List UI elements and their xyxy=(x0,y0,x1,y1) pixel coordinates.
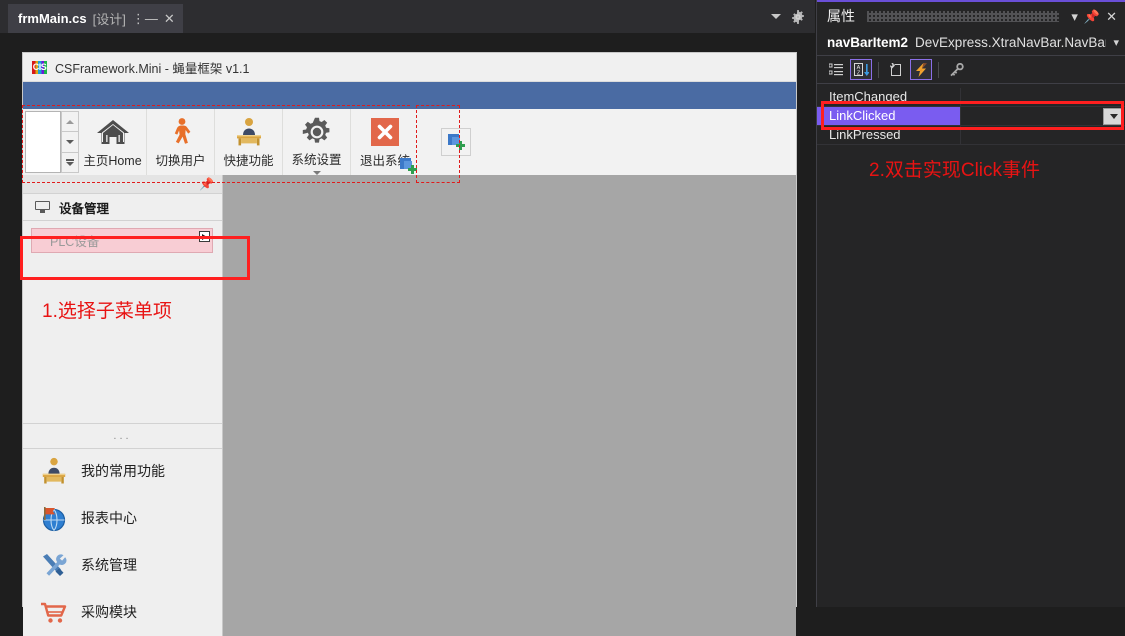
events-button[interactable] xyxy=(910,59,932,80)
event-value[interactable] xyxy=(961,107,1125,125)
event-row-linkpressed[interactable]: LinkPressed xyxy=(817,126,1125,145)
desk-person-icon xyxy=(39,457,69,485)
tab-label: frmMain.cs xyxy=(18,11,87,26)
nav-group-header-label: 设备管理 xyxy=(59,201,110,216)
nav-pin-bar: 📌 xyxy=(23,175,222,194)
scroll-end-button[interactable] xyxy=(61,152,79,173)
tab-label-suffix: [设计] xyxy=(92,12,126,27)
event-name: ItemChanged xyxy=(817,88,961,106)
event-value[interactable] xyxy=(961,88,1125,106)
nav-group-label: 系统管理 xyxy=(81,556,137,573)
nav-bottom-groups: 我的常用功能 报表中心 系统管理 采购模块 xyxy=(23,447,222,636)
navigation-panel: 📌 设备管理 PLC设备 ... 我的常用功能 报表中心 系统管理 采购模块 xyxy=(23,175,223,636)
nav-group-report-center[interactable]: 报表中心 xyxy=(23,494,222,541)
selected-object-type: DevExpress.XtraNavBar.NavBarIte xyxy=(915,35,1107,50)
ribbon-button-system-settings[interactable]: 系统设置 xyxy=(283,109,351,175)
ribbon-scroll-buttons xyxy=(61,111,79,173)
nav-group-label: 采购模块 xyxy=(81,603,137,620)
scroll-to-end-icon xyxy=(66,158,74,166)
pin-icon[interactable]: ⋮— xyxy=(132,12,158,25)
ribbon-scroll-box[interactable] xyxy=(25,111,61,173)
tab-frmmain-cs[interactable]: frmMain.cs [设计] ⋮— ✕ xyxy=(8,4,183,33)
gear-icon[interactable] xyxy=(791,9,805,24)
nav-group-label: 报表中心 xyxy=(81,509,137,526)
annotation-step-1: 1.选择子菜单项 xyxy=(42,301,172,322)
ribbon-header-strip xyxy=(23,82,796,109)
nav-item-list: PLC设备 ... 我的常用功能 报表中心 系统管理 采购模块 xyxy=(23,221,222,636)
nav-group-purchasing-module[interactable]: 采购模块 xyxy=(23,588,222,635)
event-handler-dropdown-button[interactable] xyxy=(1103,108,1124,125)
ribbon-bar: 主页Home 切换用户 快捷功能 系统设置 退出系统 xyxy=(23,109,796,175)
close-icon[interactable]: ✕ xyxy=(164,12,175,25)
event-name: LinkClicked xyxy=(817,107,961,125)
properties-panel: 属性 ▾ 📌 ✕ navBarItem2 DevExpress.XtraNavB… xyxy=(816,0,1125,607)
ribbon-button-label: 切换用户 xyxy=(155,154,206,168)
event-row-linkclicked[interactable]: LinkClicked xyxy=(817,107,1125,126)
panel-drag-handle[interactable] xyxy=(867,10,1060,22)
editor-tab-strip: frmMain.cs [设计] ⋮— ✕ xyxy=(0,0,815,33)
nav-group-system-management[interactable]: 系统管理 xyxy=(23,541,222,588)
shopping-cart-icon xyxy=(39,598,69,626)
selected-object-combo[interactable]: navBarItem2 DevExpress.XtraNavBar.NavBar… xyxy=(817,30,1125,56)
scroll-up-button[interactable] xyxy=(61,111,79,133)
nav-item-label: PLC设备 xyxy=(50,235,100,249)
add-item-icon[interactable] xyxy=(400,158,417,174)
properties-button[interactable] xyxy=(885,59,907,80)
form-title-bar: CIS CSFramework.Mini - 蝇量框架 v1.1 xyxy=(23,53,796,82)
nav-item-plc-device[interactable]: PLC设备 xyxy=(31,228,213,253)
properties-panel-header: 属性 ▾ 📌 ✕ xyxy=(817,2,1125,30)
ribbon-button-shortcuts[interactable]: 快捷功能 xyxy=(215,109,283,175)
properties-toolbar: AZ xyxy=(817,56,1125,84)
ribbon-add-item-tile[interactable] xyxy=(441,128,471,156)
form-content-area[interactable] xyxy=(223,175,796,636)
nav-group-my-functions[interactable]: 我的常用功能 xyxy=(23,447,222,494)
form-title-text: CSFramework.Mini - 蝇量框架 v1.1 xyxy=(55,61,250,76)
tools-icon xyxy=(39,551,69,579)
nav-group-header-device-management[interactable]: 设备管理 xyxy=(23,194,222,221)
triangle-up-icon xyxy=(66,119,74,124)
panel-title: 属性 xyxy=(827,8,855,24)
add-item-icon xyxy=(447,134,465,150)
ribbon-button-switch-user[interactable]: 切换用户 xyxy=(147,109,215,175)
form-body: 📌 设备管理 PLC设备 ... 我的常用功能 报表中心 系统管理 采购模块 xyxy=(23,175,796,636)
play-arrow-icon[interactable] xyxy=(199,231,210,242)
person-walking-icon xyxy=(166,115,196,149)
cis-logo-text: CIS xyxy=(32,61,47,72)
chevron-down-icon[interactable] xyxy=(312,171,321,175)
pin-icon[interactable]: 📌 xyxy=(199,178,214,190)
ribbon-button-label: 快捷功能 xyxy=(223,154,274,168)
event-value[interactable] xyxy=(961,126,1125,144)
annotation-step-2: 2.双击实现Click事件 xyxy=(869,160,1041,181)
globe-flag-icon xyxy=(39,504,69,532)
nav-splitter-ellipsis[interactable]: ... xyxy=(23,423,222,449)
ribbon-button-exit[interactable]: 退出系统 xyxy=(351,109,419,175)
desk-person-icon xyxy=(233,115,265,149)
scroll-down-button[interactable] xyxy=(61,132,79,153)
close-icon[interactable]: ✕ xyxy=(1106,10,1117,23)
chevron-down-icon[interactable]: ▾ xyxy=(1071,10,1078,23)
nav-group-label: 我的常用功能 xyxy=(81,462,165,479)
property-pages-button[interactable] xyxy=(945,59,967,80)
triangle-down-icon xyxy=(66,139,74,144)
chevron-down-icon[interactable]: ▾ xyxy=(1113,36,1119,49)
cis-logo-icon: CIS xyxy=(32,60,47,74)
alphabetical-button[interactable]: AZ xyxy=(850,59,872,80)
toolbar-separator xyxy=(878,61,879,78)
monitor-icon xyxy=(35,201,50,213)
winform-preview: CIS CSFramework.Mini - 蝇量框架 v1.1 主页Home … xyxy=(22,52,797,636)
ribbon-button-label: 主页Home xyxy=(83,154,142,168)
tab-strip-controls xyxy=(755,0,815,33)
event-name: LinkPressed xyxy=(817,126,961,144)
toolbar-separator xyxy=(938,61,939,78)
ribbon-button-home[interactable]: 主页Home xyxy=(79,109,147,175)
home-icon xyxy=(96,115,130,149)
ribbon-button-label: 系统设置 xyxy=(291,153,342,167)
close-x-icon xyxy=(371,115,399,149)
gear-icon xyxy=(302,115,332,148)
categorized-button[interactable] xyxy=(825,59,847,80)
pin-icon[interactable]: 📌 xyxy=(1084,10,1100,23)
chevron-down-icon[interactable] xyxy=(771,14,781,19)
selected-object-name: navBarItem2 xyxy=(827,35,909,50)
event-row-itemchanged[interactable]: ItemChanged xyxy=(817,88,1125,107)
